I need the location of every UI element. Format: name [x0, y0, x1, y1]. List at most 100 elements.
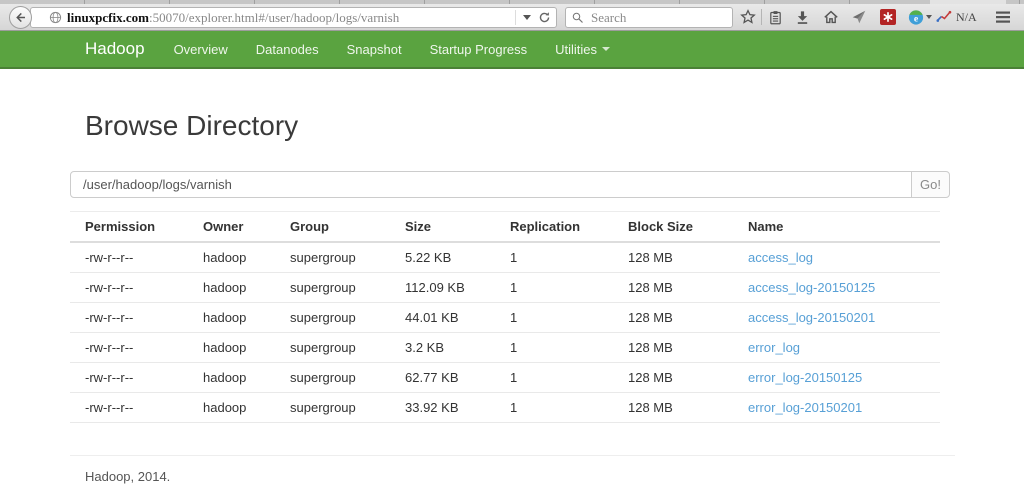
- size-cell: 5.22 KB: [390, 242, 495, 273]
- block-size-cell: 128 MB: [613, 273, 733, 303]
- page-content: Browse Directory Go! Permission Owner Gr…: [0, 111, 1024, 484]
- home-icon[interactable]: [823, 9, 839, 25]
- rank-na-label: N/A: [956, 10, 977, 25]
- table-row: -rw-r--r--hadoopsupergroup33.92 KB1128 M…: [70, 393, 940, 423]
- urlbar-controls: [515, 10, 551, 25]
- size-cell: 112.09 KB: [390, 273, 495, 303]
- size-cell: 44.01 KB: [390, 303, 495, 333]
- downloads-icon[interactable]: [794, 9, 810, 25]
- page-title: Browse Directory: [85, 111, 954, 141]
- page-rank-icon[interactable]: [936, 9, 952, 25]
- group-cell: supergroup: [275, 363, 390, 393]
- url-domain: linuxpcfix.com: [67, 10, 149, 25]
- navbar-brand[interactable]: Hadoop: [70, 39, 160, 59]
- file-link[interactable]: access_log: [748, 250, 813, 265]
- name-cell: access_log-20150201: [733, 303, 940, 333]
- block-size-cell: 128 MB: [613, 393, 733, 423]
- send-page-icon[interactable]: [851, 9, 867, 25]
- nav-item-startup-progress[interactable]: Startup Progress: [416, 42, 542, 57]
- replication-cell: 1: [495, 242, 613, 273]
- header-name: Name: [733, 212, 940, 243]
- permission-cell: -rw-r--r--: [70, 393, 188, 423]
- file-table-body: -rw-r--r--hadoopsupergroup5.22 KB1128 MB…: [70, 242, 940, 423]
- chevron-down-icon: [602, 47, 610, 51]
- back-button[interactable]: [9, 6, 32, 29]
- search-icon: [572, 12, 584, 24]
- name-cell: error_log-20150201: [733, 393, 940, 423]
- table-row: -rw-r--r--hadoopsupergroup112.09 KB1128 …: [70, 273, 940, 303]
- nav-item-utilities[interactable]: Utilities: [541, 42, 624, 57]
- back-arrow-icon: [14, 11, 27, 24]
- nav-item-datanodes[interactable]: Datanodes: [242, 42, 333, 57]
- table-row: -rw-r--r--hadoopsupergroup5.22 KB1128 MB…: [70, 242, 940, 273]
- reload-icon[interactable]: [538, 11, 551, 24]
- url-text[interactable]: linuxpcfix.com:50070/explorer.html#/user…: [67, 10, 515, 26]
- block-size-cell: 128 MB: [613, 242, 733, 273]
- file-link[interactable]: error_log-20150125: [748, 370, 862, 385]
- bookmarks-menu-icon[interactable]: [767, 9, 783, 25]
- bookmark-star-icon[interactable]: [740, 9, 756, 25]
- group-cell: supergroup: [275, 393, 390, 423]
- path-input-group: Go!: [70, 171, 950, 198]
- header-owner: Owner: [188, 212, 275, 243]
- nav-item-overview[interactable]: Overview: [160, 42, 242, 57]
- owner-cell: hadoop: [188, 273, 275, 303]
- group-cell: supergroup: [275, 333, 390, 363]
- table-row: -rw-r--r--hadoopsupergroup3.2 KB1128 MBe…: [70, 333, 940, 363]
- group-cell: supergroup: [275, 273, 390, 303]
- file-link[interactable]: error_log-20150201: [748, 400, 862, 415]
- go-button[interactable]: Go!: [911, 171, 950, 198]
- file-link[interactable]: error_log: [748, 340, 800, 355]
- replication-cell: 1: [495, 303, 613, 333]
- table-header-row: Permission Owner Group Size Replication …: [70, 212, 940, 243]
- url-path: :50070/explorer.html#/user/hadoop/logs/v…: [149, 10, 399, 25]
- file-link[interactable]: access_log-20150125: [748, 280, 875, 295]
- permission-cell: -rw-r--r--: [70, 242, 188, 273]
- toolbar-separator: [761, 9, 762, 25]
- site-globe-icon: [49, 11, 62, 24]
- directory-path-input[interactable]: [70, 171, 912, 198]
- svg-text:e: e: [914, 13, 919, 24]
- size-cell: 3.2 KB: [390, 333, 495, 363]
- toolbar-icons: e N/A: [740, 4, 1011, 30]
- group-cell: supergroup: [275, 303, 390, 333]
- block-size-cell: 128 MB: [613, 303, 733, 333]
- permission-cell: -rw-r--r--: [70, 333, 188, 363]
- header-block-size: Block Size: [613, 212, 733, 243]
- file-link[interactable]: access_log-20150201: [748, 310, 875, 325]
- globe-extension-icon[interactable]: e: [908, 9, 924, 25]
- name-cell: error_log: [733, 333, 940, 363]
- block-size-cell: 128 MB: [613, 363, 733, 393]
- permission-cell: -rw-r--r--: [70, 273, 188, 303]
- replication-cell: 1: [495, 333, 613, 363]
- name-cell: access_log: [733, 242, 940, 273]
- owner-cell: hadoop: [188, 242, 275, 273]
- nav-item-snapshot[interactable]: Snapshot: [333, 42, 416, 57]
- extension-dropdown-icon[interactable]: [926, 15, 932, 19]
- header-size: Size: [390, 212, 495, 243]
- search-input[interactable]: [589, 9, 726, 27]
- name-cell: access_log-20150125: [733, 273, 940, 303]
- asterisk-icon: [882, 11, 894, 23]
- menu-icon[interactable]: [995, 9, 1011, 25]
- size-cell: 62.77 KB: [390, 363, 495, 393]
- owner-cell: hadoop: [188, 363, 275, 393]
- lastpass-extension-icon[interactable]: [880, 9, 896, 25]
- replication-cell: 1: [495, 393, 613, 423]
- footer-divider: [70, 455, 955, 456]
- size-cell: 33.92 KB: [390, 393, 495, 423]
- group-cell: supergroup: [275, 242, 390, 273]
- header-permission: Permission: [70, 212, 188, 243]
- table-row: -rw-r--r--hadoopsupergroup62.77 KB1128 M…: [70, 363, 940, 393]
- replication-cell: 1: [495, 273, 613, 303]
- url-history-dropdown-icon[interactable]: [523, 15, 531, 20]
- permission-cell: -rw-r--r--: [70, 303, 188, 333]
- header-group: Group: [275, 212, 390, 243]
- owner-cell: hadoop: [188, 303, 275, 333]
- url-bar[interactable]: linuxpcfix.com:50070/explorer.html#/user…: [30, 7, 557, 28]
- table-row: -rw-r--r--hadoopsupergroup44.01 KB1128 M…: [70, 303, 940, 333]
- search-box[interactable]: [565, 7, 733, 28]
- header-replication: Replication: [495, 212, 613, 243]
- hadoop-navbar: Hadoop Overview Datanodes Snapshot Start…: [0, 31, 1024, 69]
- replication-cell: 1: [495, 363, 613, 393]
